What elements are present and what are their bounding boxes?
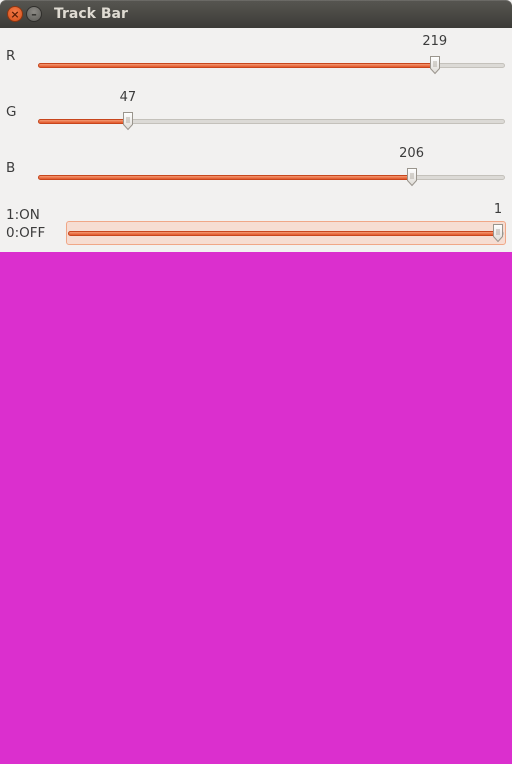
trackbar-g-handle[interactable] — [122, 111, 134, 131]
trackbar-r-value: 219 — [422, 34, 448, 49]
close-icon[interactable]: × — [7, 6, 23, 22]
trackbar-g: G 47 — [0, 86, 512, 142]
trackbar-g-value: 47 — [119, 90, 137, 105]
trackbar-b-label: B — [6, 160, 16, 176]
trackbar-switch-fill — [68, 231, 498, 236]
trackbar-b-fill — [38, 175, 412, 180]
trackbar-b-trough[interactable] — [38, 175, 505, 180]
trackbar-g-trough[interactable] — [38, 119, 505, 124]
trackbar-switch: 1:ON 0:OFF 1 — [0, 198, 512, 254]
app-window: × – Track Bar R 219 G 47 B 206 1:ON 0:OF… — [0, 0, 512, 764]
trackbar-b-handle[interactable] — [406, 167, 418, 187]
color-preview — [0, 252, 512, 764]
title-bar[interactable]: × – Track Bar — [0, 0, 512, 28]
trackbar-b-value: 206 — [399, 146, 424, 161]
trackbar-r: R 219 — [0, 30, 512, 86]
trackbar-switch-label-off: 0:OFF — [6, 225, 46, 241]
minimize-icon[interactable]: – — [26, 6, 42, 22]
trackbar-switch-label-on: 1:ON — [6, 207, 40, 223]
trackbar-b: B 206 — [0, 142, 512, 198]
trackbar-switch-value: 1 — [493, 202, 503, 217]
trackbar-g-label: G — [6, 104, 17, 120]
trackbar-r-fill — [38, 63, 435, 68]
trackbar-g-fill — [38, 119, 128, 124]
trackbar-r-label: R — [6, 48, 16, 64]
trackbar-r-handle[interactable] — [429, 55, 441, 75]
trackbar-switch-handle[interactable] — [492, 223, 504, 243]
trackbar-switch-trough[interactable] — [68, 231, 504, 236]
window-title: Track Bar — [54, 6, 128, 22]
